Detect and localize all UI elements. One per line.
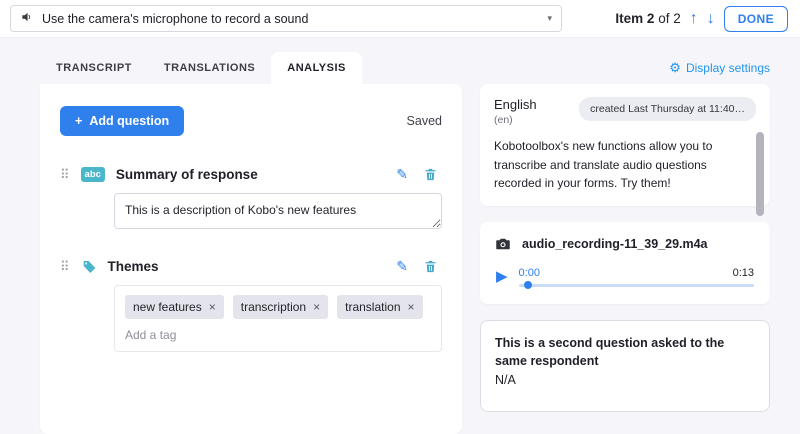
previous-item-button[interactable]: ↑ — [690, 11, 698, 27]
tabs-row: TRANSCRIPT TRANSLATIONS ANALYSIS ⚙ Displ… — [40, 52, 770, 84]
tab-transcript[interactable]: TRANSCRIPT — [40, 52, 148, 84]
saved-status: Saved — [407, 114, 442, 128]
question-actions: ✎ — [396, 166, 442, 183]
add-question-button[interactable]: + Add question — [60, 106, 184, 136]
audio-progress-bar[interactable] — [519, 284, 754, 287]
current-time: 0:00 — [519, 267, 540, 279]
tag-label: new features — [133, 300, 202, 314]
drag-handle-icon[interactable]: ⠿ — [60, 259, 70, 275]
item-counter-total: of 2 — [658, 11, 681, 26]
plus-icon: + — [75, 114, 82, 128]
speaker-icon — [20, 10, 34, 27]
text-question-type-icon: abc — [81, 167, 105, 183]
second-question-card: This is a second question asked to the s… — [480, 320, 770, 412]
analysis-toolbar: + Add question Saved — [60, 106, 442, 136]
audio-progress-thumb[interactable] — [524, 281, 532, 289]
question-answer-area: new features × transcription × translati… — [114, 285, 442, 352]
add-tag-input[interactable] — [125, 328, 416, 342]
question-actions: ✎ — [396, 258, 442, 275]
question-select-label: Use the camera's microphone to record a … — [42, 12, 308, 26]
duration: 0:13 — [733, 267, 754, 279]
display-settings-link[interactable]: ⚙ Display settings — [669, 60, 770, 76]
created-badge[interactable]: created Last Thursday at 11:40… — [579, 97, 756, 121]
tag-chip[interactable]: translation × — [337, 295, 422, 319]
language-block: English (en) — [494, 97, 537, 126]
edit-icon[interactable]: ✎ — [396, 166, 408, 183]
audio-filename: audio_recording-11_39_29.m4a — [522, 237, 708, 251]
transcript-header: English (en) created Last Thursday at 11… — [494, 97, 756, 126]
tab-translations[interactable]: TRANSLATIONS — [148, 52, 271, 84]
tab-analysis[interactable]: ANALYSIS — [271, 52, 362, 84]
scrollbar-thumb[interactable] — [756, 132, 764, 216]
analysis-panel: + Add question Saved ⠿ abc Summary of re… — [40, 84, 462, 434]
item-counter-current: Item 2 — [615, 11, 654, 26]
question-select[interactable]: Use the camera's microphone to record a … — [10, 5, 562, 32]
second-question-title: This is a second question asked to the s… — [495, 334, 755, 370]
summary-answer-input[interactable]: This is a description of Kobo's new feat… — [114, 193, 442, 229]
sidebar: English (en) created Last Thursday at 11… — [480, 84, 770, 412]
tags-editor: new features × transcription × translati… — [114, 285, 442, 352]
tag-label: transcription — [241, 300, 306, 314]
add-question-label: Add question — [89, 114, 169, 128]
question-header: ⠿ abc Summary of response ✎ — [60, 166, 442, 183]
topbar: Use the camera's microphone to record a … — [0, 0, 800, 38]
audio-times: 0:00 0:13 — [519, 267, 754, 279]
display-settings-label: Display settings — [686, 61, 770, 75]
tags-list: new features × transcription × translati… — [125, 295, 431, 319]
language-name: English — [494, 97, 537, 112]
question-title: Themes — [108, 259, 159, 274]
transcript-card: English (en) created Last Thursday at 11… — [480, 84, 770, 206]
transcript-text: Kobotoolbox's new functions allow you to… — [494, 137, 756, 193]
question-answer-area: This is a description of Kobo's new feat… — [114, 193, 442, 234]
audio-header: audio_recording-11_39_29.m4a — [494, 235, 756, 253]
drag-handle-icon[interactable]: ⠿ — [60, 167, 70, 183]
item-counter: Item 2 of 2 — [615, 11, 680, 26]
tag-question-type-icon — [81, 259, 97, 275]
audio-track-area: 0:00 0:13 — [519, 267, 754, 287]
play-button[interactable]: ▶ — [496, 269, 508, 284]
remove-tag-icon[interactable]: × — [408, 301, 415, 313]
analysis-question-summary: ⠿ abc Summary of response ✎ This is a de… — [60, 166, 442, 234]
edit-icon[interactable]: ✎ — [396, 258, 408, 275]
trash-icon[interactable] — [423, 167, 438, 182]
chevron-down-icon: ▾ — [547, 13, 552, 24]
trash-icon[interactable] — [423, 259, 438, 274]
remove-tag-icon[interactable]: × — [209, 301, 216, 313]
tag-chip[interactable]: new features × — [125, 295, 224, 319]
second-question-value: N/A — [495, 373, 755, 387]
tag-label: translation — [345, 300, 400, 314]
item-navigation: Item 2 of 2 ↑ ↓ DONE — [615, 6, 790, 32]
question-header: ⠿ Themes ✎ — [60, 258, 442, 275]
audio-card: audio_recording-11_39_29.m4a ▶ 0:00 0:13 — [480, 222, 770, 304]
camera-icon — [494, 235, 512, 253]
remove-tag-icon[interactable]: × — [313, 301, 320, 313]
done-button[interactable]: DONE — [724, 6, 788, 32]
next-item-button[interactable]: ↓ — [707, 11, 715, 27]
language-code: (en) — [494, 114, 537, 126]
question-title: Summary of response — [116, 167, 258, 182]
tag-chip[interactable]: transcription × — [233, 295, 328, 319]
kobo-submission-viewer: Use the camera's microphone to record a … — [0, 0, 800, 434]
main-area: TRANSCRIPT TRANSLATIONS ANALYSIS ⚙ Displ… — [0, 38, 800, 434]
content: + Add question Saved ⠿ abc Summary of re… — [40, 84, 770, 434]
audio-player: ▶ 0:00 0:13 — [494, 267, 756, 291]
analysis-question-themes: ⠿ Themes ✎ — [60, 258, 442, 352]
gear-icon: ⚙ — [669, 60, 681, 76]
